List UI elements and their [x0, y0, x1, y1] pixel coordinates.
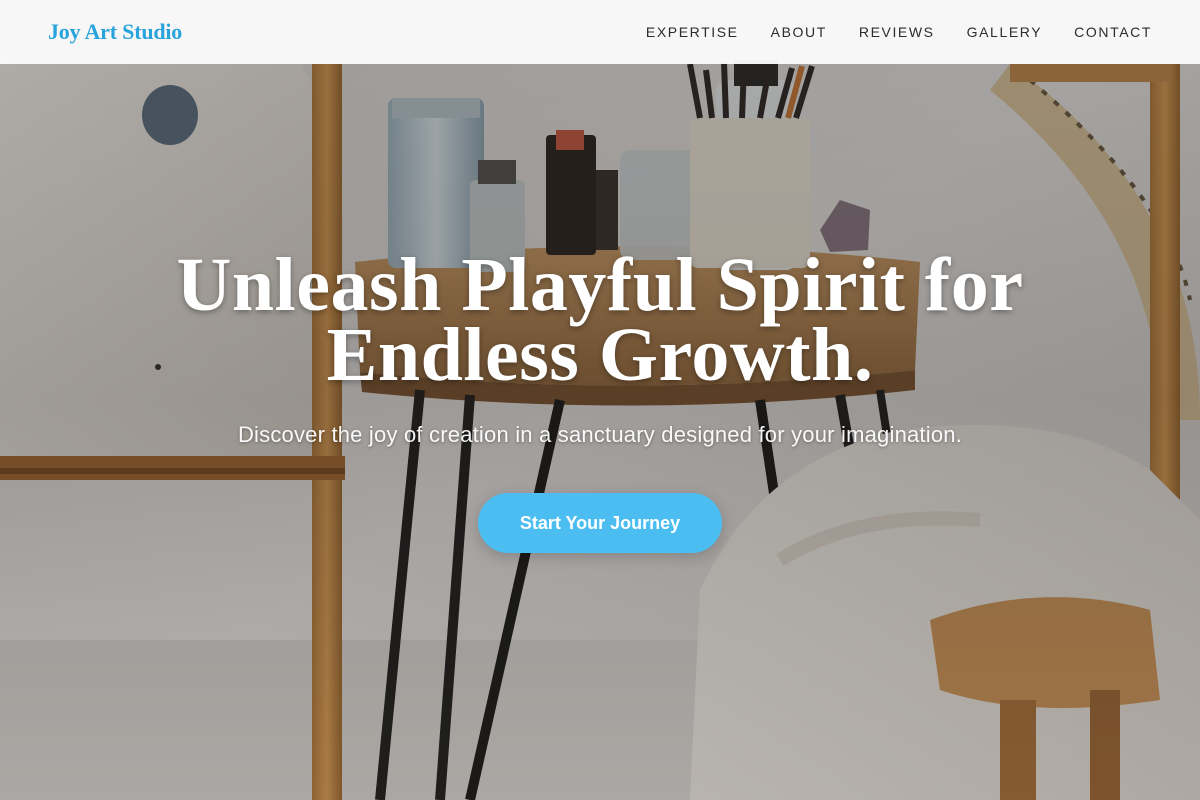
top-navbar: Joy Art Studio EXPERTISE ABOUT REVIEWS G… [0, 0, 1200, 64]
nav-link-expertise[interactable]: EXPERTISE [646, 24, 739, 40]
brand-logo[interactable]: Joy Art Studio [48, 19, 182, 45]
nav-link-contact[interactable]: CONTACT [1074, 24, 1152, 40]
nav-link-reviews[interactable]: REVIEWS [859, 24, 935, 40]
hero-headline: Unleash Playful Spirit for Endless Growt… [0, 243, 1200, 397]
hero-subheadline: Discover the joy of creation in a sanctu… [237, 422, 963, 447]
nav-link-about[interactable]: ABOUT [771, 24, 827, 40]
hero-content: Unleash Playful Spirit for Endless Growt… [0, 243, 1200, 553]
hero-headline-line-2: Endless Growth. [326, 313, 874, 397]
start-journey-button[interactable]: Start Your Journey [478, 493, 722, 553]
nav-links: EXPERTISE ABOUT REVIEWS GALLERY CONTACT [646, 24, 1152, 40]
hero-headline-line-1: Unleash Playful Spirit for [176, 243, 1024, 327]
nav-link-gallery[interactable]: GALLERY [967, 24, 1043, 40]
